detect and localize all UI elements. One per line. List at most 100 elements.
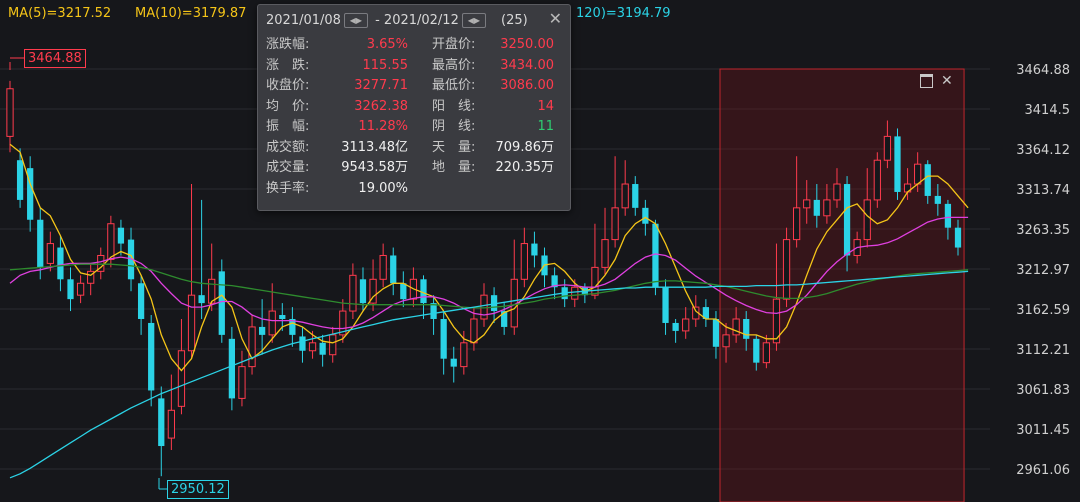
stat-value: 9543.58万 — [341, 160, 408, 175]
y-tick-label: 3112.21 — [1016, 343, 1070, 358]
date-separator: - — [375, 13, 380, 28]
stat-label: 振 幅: — [266, 119, 310, 134]
candle-body — [379, 254, 387, 280]
stat-label: 最低价: — [432, 78, 476, 93]
stat-label: 均 价: — [266, 98, 310, 114]
stat-value: 11.28% — [358, 119, 408, 134]
ma120-legend: 120)=3194.79 — [576, 6, 671, 21]
candle-body — [187, 294, 196, 352]
candle-body — [833, 183, 841, 201]
candle-body — [76, 282, 85, 296]
candle-body — [611, 207, 619, 241]
candle-body — [954, 227, 962, 248]
candle-body — [107, 223, 115, 260]
candle-body — [672, 322, 679, 331]
stat-value: 115.55 — [362, 57, 409, 73]
candle-body — [944, 203, 952, 228]
candle-body — [148, 322, 155, 391]
candle-body — [16, 160, 24, 200]
maximize-icon[interactable] — [920, 74, 934, 88]
date-end: 2021/02/12 — [383, 13, 459, 28]
stat-label: 成交量: — [266, 160, 310, 175]
stat-value: 3086.00 — [500, 78, 554, 93]
candle-body — [520, 243, 528, 280]
candle-body — [662, 287, 669, 323]
candle-body — [682, 318, 690, 332]
candle-body — [863, 199, 871, 241]
candle-body — [177, 350, 186, 407]
candle-body — [319, 342, 326, 355]
stat-value: 3277.71 — [354, 78, 408, 93]
date-end-stepper-icon[interactable]: ◀▶ — [461, 13, 486, 28]
candle-body — [349, 274, 357, 312]
stat-label: 阳 线: — [432, 98, 476, 114]
candle-body — [762, 342, 771, 364]
stat-value: 709.86万 — [495, 139, 555, 155]
candle-body — [732, 318, 740, 336]
candle-body — [359, 279, 367, 304]
stat-label: 阴 线: — [432, 119, 476, 134]
ma10-legend: MA(10)=3179.87 — [135, 6, 247, 21]
candle-body — [390, 255, 397, 284]
candle-body — [238, 366, 246, 399]
y-tick-label: 3313.74 — [1016, 183, 1070, 198]
candle-body — [934, 195, 941, 204]
stat-label: 最高价: — [432, 57, 476, 73]
candle-body — [571, 286, 579, 300]
stat-label: 开盘价: — [432, 37, 476, 52]
candle-body — [440, 318, 447, 359]
candle-body — [621, 183, 629, 209]
y-tick-label: 3212.97 — [1016, 263, 1070, 278]
candle-body — [803, 199, 811, 209]
stat-value: 3250.00 — [500, 37, 554, 52]
range-count: (25) — [501, 13, 528, 28]
candle-body — [198, 295, 205, 304]
stat-label: 地 量: — [432, 160, 476, 175]
candle-body — [37, 219, 44, 268]
selection-tools: ✕ — [920, 73, 953, 89]
stat-label: 涨跌幅: — [266, 37, 310, 52]
candle-body — [531, 243, 538, 256]
candle-body — [632, 184, 639, 208]
stat-value: 3113.48亿 — [341, 139, 408, 155]
candle-body — [228, 338, 235, 399]
low-price-marker: 2950.12 — [167, 480, 229, 499]
candle-body — [279, 315, 286, 319]
candle-body — [299, 336, 306, 351]
y-tick-label: 3011.45 — [1016, 423, 1070, 438]
ma5-legend: MA(5)=3217.52 — [8, 6, 112, 21]
date-start-stepper-icon[interactable]: ◀▶ — [343, 13, 368, 28]
candle-body — [883, 135, 892, 161]
candle-body — [894, 136, 901, 192]
candle-body — [400, 283, 407, 300]
candle-body — [743, 318, 750, 339]
close-icon[interactable]: ✕ — [941, 73, 953, 89]
y-tick-label: 3364.12 — [1016, 143, 1070, 158]
high-price-marker: 3464.88 — [24, 49, 86, 68]
stat-label: 换手率: — [266, 180, 310, 196]
stat-value: 3434.00 — [500, 57, 554, 73]
candle-body — [137, 283, 145, 319]
candle-body — [158, 398, 165, 447]
close-icon[interactable]: ✕ — [549, 9, 562, 28]
date-start: 2021/01/08 — [266, 13, 341, 28]
candle-body — [218, 271, 225, 335]
candle-body — [924, 164, 931, 196]
candle-body — [6, 88, 14, 137]
y-tick-label: 3263.35 — [1016, 223, 1070, 238]
candle-body — [308, 342, 317, 352]
candle-body — [117, 227, 125, 244]
candle-body — [753, 338, 760, 363]
y-tick-label: 3414.5 — [1025, 103, 1071, 118]
candle-body — [873, 159, 881, 201]
stat-value: 220.35万 — [495, 160, 555, 175]
candle-body — [248, 326, 256, 368]
y-tick-label: 3464.88 — [1016, 63, 1070, 78]
popup-date-range: 2021/01/08 ◀▶ - 2021/02/12 ◀▶ — [266, 11, 489, 31]
candle-body — [460, 342, 468, 368]
candle-body — [57, 247, 64, 280]
candle-body — [259, 326, 266, 335]
candle-body — [67, 279, 74, 300]
candle-body — [470, 318, 478, 344]
candle-body — [914, 163, 922, 185]
